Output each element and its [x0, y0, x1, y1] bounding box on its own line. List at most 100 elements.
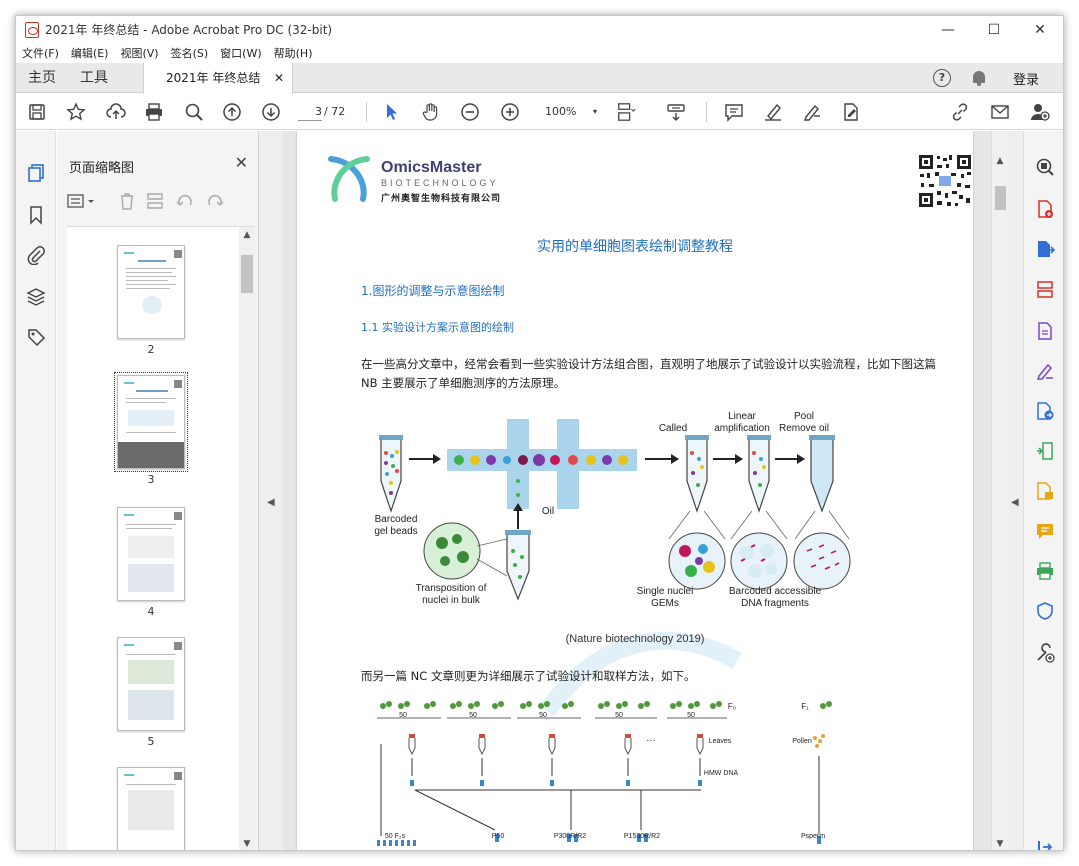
toolbar-divider: [706, 102, 707, 122]
zoom-page-icon[interactable]: [1035, 157, 1055, 177]
page-thumbnail[interactable]: [117, 507, 185, 601]
scroll-up-arrow[interactable]: ▲: [992, 153, 1008, 169]
menu-window[interactable]: 窗口(W): [220, 45, 261, 61]
title-bar: 2021年 年终总结 - Adobe Acrobat Pro DC (32-bi…: [16, 16, 1063, 43]
figure-label: Linear amplification: [714, 411, 770, 434]
page-down-icon[interactable]: [261, 102, 281, 122]
document-scrollbar[interactable]: ▲ ▼: [991, 131, 1009, 850]
add-user-icon[interactable]: [1030, 102, 1050, 122]
page-thumbnails-icon[interactable]: [26, 163, 46, 183]
right-panel-splitter[interactable]: ◀: [1009, 131, 1023, 850]
star-icon[interactable]: [66, 102, 86, 122]
omicsmaster-logo-icon: [323, 151, 375, 207]
save-icon[interactable]: [27, 102, 47, 122]
zoom-dropdown[interactable]: 100% ▾: [539, 103, 599, 121]
fill-sign-icon[interactable]: [841, 102, 861, 122]
comment-icon[interactable]: [724, 102, 744, 122]
document-view[interactable]: OmicsMaster BIOTECHNOLOGY 广州奥智生物科技有限公司 实…: [283, 131, 991, 850]
search-icon[interactable]: [184, 102, 204, 122]
share-link-icon[interactable]: [950, 102, 970, 122]
close-panel-icon[interactable]: ✕: [235, 153, 248, 172]
experiment-workflow-figure: [379, 419, 851, 601]
email-icon[interactable]: [990, 102, 1010, 122]
more-tools-icon[interactable]: [1035, 643, 1055, 663]
login-button[interactable]: 登录: [1013, 63, 1039, 93]
scrollbar-thumb[interactable]: [241, 255, 253, 293]
tab-document[interactable]: 2021年 年终总结 ✕: [143, 63, 293, 94]
figure-label: Pool Remove oil: [778, 411, 830, 434]
zoom-in-icon[interactable]: [500, 102, 520, 122]
page-up-icon[interactable]: [222, 102, 242, 122]
print-production-icon[interactable]: [1035, 561, 1055, 581]
hand-icon[interactable]: [421, 102, 441, 122]
rotate-right-icon[interactable]: [205, 191, 225, 215]
send-for-review-icon[interactable]: [1035, 401, 1055, 421]
layers-icon[interactable]: [26, 287, 46, 307]
select-cursor-icon[interactable]: [382, 102, 402, 122]
thumb-figure: [128, 690, 174, 720]
fill-sign-icon[interactable]: [1035, 361, 1055, 381]
page-thumbnail[interactable]: [117, 637, 185, 731]
zoom-value: 100%: [545, 105, 577, 118]
left-panel-splitter[interactable]: ◀: [259, 131, 283, 850]
scroll-down-arrow[interactable]: ▼: [992, 836, 1008, 850]
scroll-down-arrow[interactable]: ▼: [239, 836, 255, 850]
scroll-icon[interactable]: [666, 102, 686, 122]
menu-edit[interactable]: 编辑(E): [71, 45, 109, 61]
thumbnail-scrollbar[interactable]: ▲ ▼: [239, 227, 255, 850]
options-menu-icon[interactable]: [67, 191, 97, 215]
menu-file[interactable]: 文件(F): [22, 45, 59, 61]
bookmark-icon[interactable]: [26, 205, 46, 225]
export-pdf-icon[interactable]: [1035, 239, 1056, 259]
menu-sign[interactable]: 签名(S): [171, 45, 209, 61]
thumb-text-line: [126, 268, 176, 269]
menu-help[interactable]: 帮助(H): [274, 45, 313, 61]
thumb-text-line: [126, 280, 168, 281]
tab-bar: 主页 工具 2021年 年终总结 ✕ ? 登录: [16, 63, 1063, 94]
menu-bar: 文件(F) 编辑(E) 视图(V) 签名(S) 窗口(W) 帮助(H): [16, 43, 1063, 63]
menu-view[interactable]: 视图(V): [120, 45, 158, 61]
body-paragraph: 而另一篇 NC 文章则更为详细展示了试验设计和取样方法，如下。: [361, 669, 696, 683]
highlight-icon[interactable]: [763, 102, 783, 122]
tab-home[interactable]: 主页: [28, 63, 56, 93]
thumb-figure: [128, 660, 174, 684]
print-icon[interactable]: [144, 102, 164, 122]
organize-pages-icon[interactable]: [1035, 279, 1055, 299]
help-button[interactable]: ?: [933, 63, 951, 93]
page-layout-icon[interactable]: [616, 102, 636, 122]
cloud-upload-icon[interactable]: [106, 102, 126, 122]
page-thumbnail[interactable]: [117, 767, 185, 850]
rotate-left-icon[interactable]: [175, 191, 195, 215]
thumbnail-page-number: 4: [147, 605, 155, 618]
collapse-panel-icon[interactable]: ◀: [267, 497, 275, 508]
combine-files-icon[interactable]: [1035, 481, 1055, 501]
create-pdf-icon[interactable]: [1035, 199, 1055, 219]
expand-panel-arrow-icon[interactable]: ◀: [1011, 497, 1019, 508]
compress-icon[interactable]: [1035, 441, 1055, 461]
insert-page-icon[interactable]: [145, 191, 165, 215]
comment-tool-icon[interactable]: [1035, 521, 1055, 541]
zoom-out-icon[interactable]: [460, 102, 480, 122]
scroll-up-arrow[interactable]: ▲: [239, 227, 255, 243]
sign-icon[interactable]: [802, 102, 822, 122]
notifications-button[interactable]: [971, 63, 987, 93]
scrollbar-thumb[interactable]: [995, 186, 1006, 210]
protect-icon[interactable]: [1035, 601, 1055, 621]
tag-icon[interactable]: [26, 327, 46, 347]
figure-label: 50: [469, 712, 477, 719]
expand-panel-icon[interactable]: [1035, 837, 1055, 850]
tab-tools[interactable]: 工具: [80, 63, 108, 93]
left-navigation-rail: [16, 131, 56, 850]
maximize-button[interactable]: ☐: [971, 16, 1017, 43]
delete-page-icon[interactable]: [117, 191, 137, 215]
figure-label: P1530R/R2: [623, 833, 661, 840]
page-thumbnail[interactable]: [117, 245, 185, 339]
minimize-button[interactable]: —: [925, 16, 971, 43]
page-number-input[interactable]: 3: [298, 103, 322, 121]
close-window-button[interactable]: ✕: [1017, 16, 1063, 43]
edit-pdf-icon[interactable]: [1035, 321, 1055, 341]
close-tab-icon[interactable]: ✕: [274, 63, 284, 93]
attachment-icon[interactable]: [26, 245, 46, 266]
figure-label: F₁: [801, 702, 809, 711]
page-thumbnail-selected[interactable]: [114, 372, 188, 472]
